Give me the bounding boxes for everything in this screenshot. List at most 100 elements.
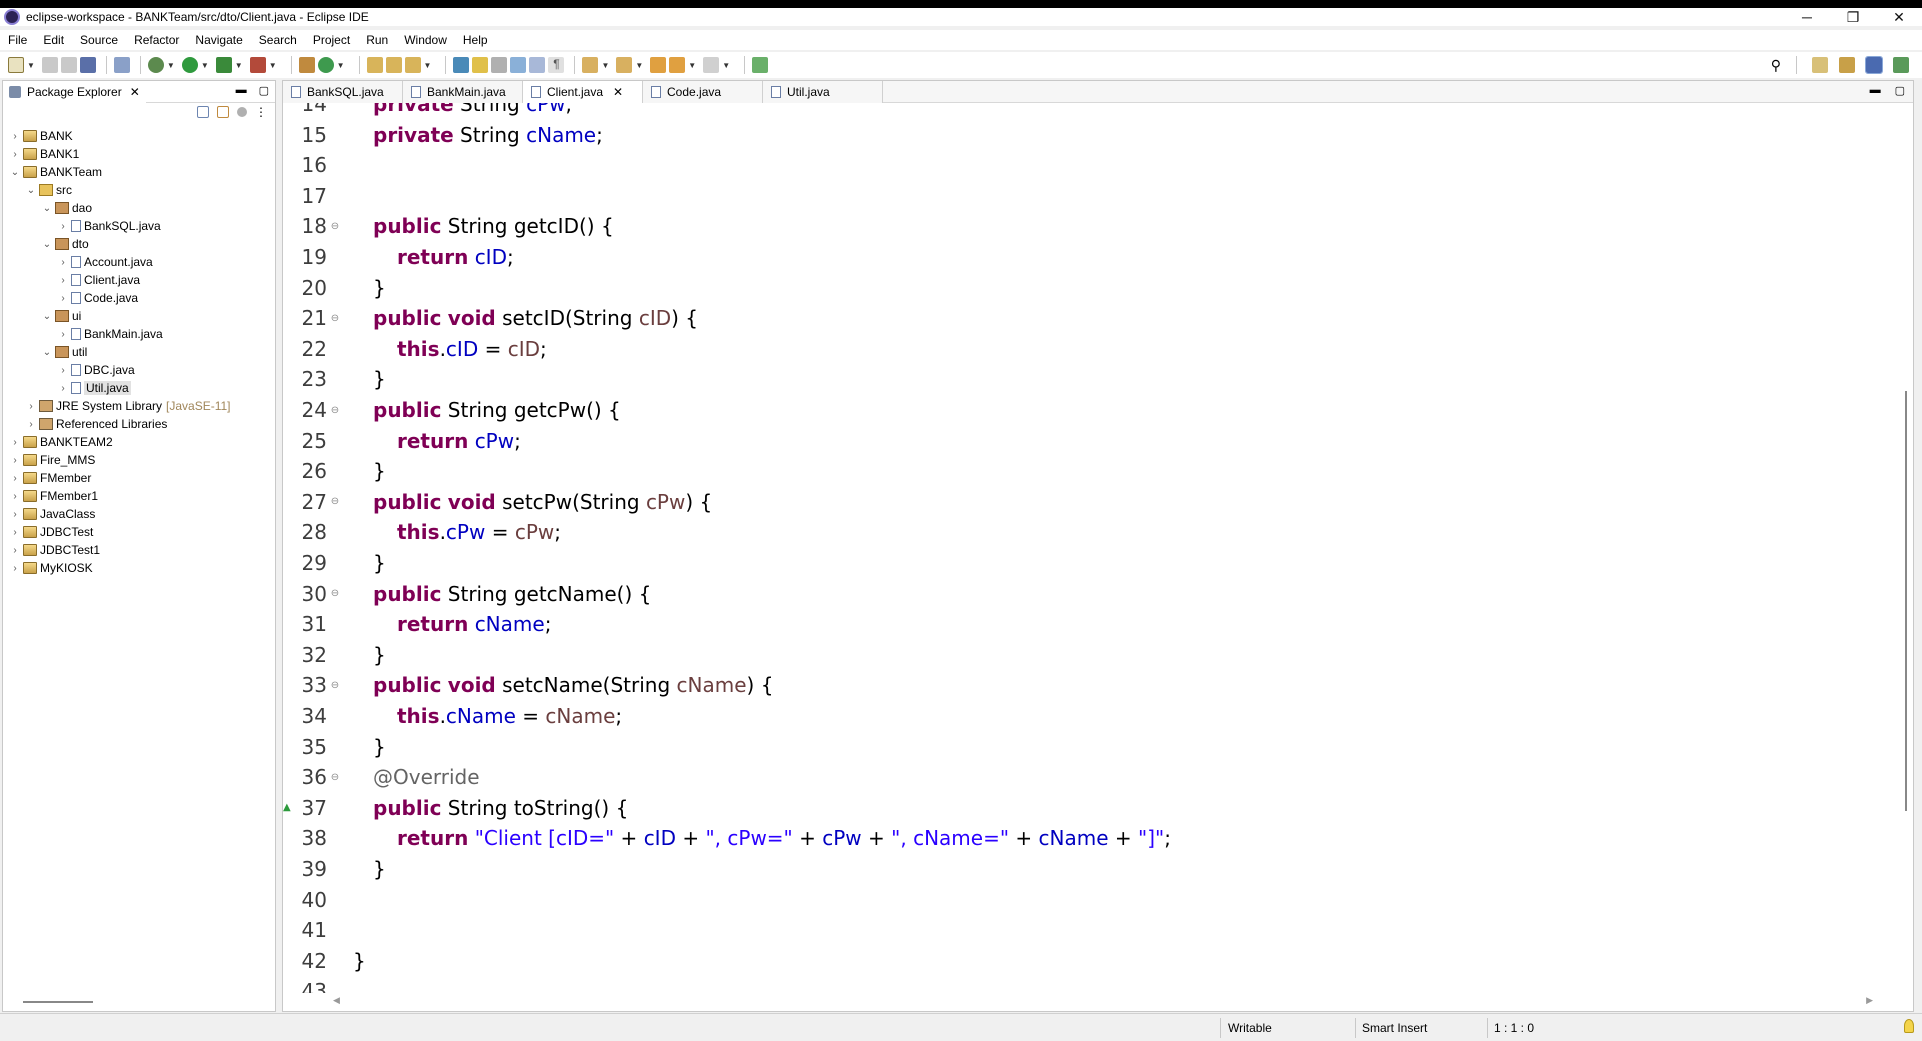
code-area[interactable]: 14 private String cPw; 15 private String cN… [283,103,1883,993]
tree-item[interactable]: ⌄ BANKTeam [3,163,275,181]
menu-help[interactable]: Help [455,33,496,47]
skip-breakpoints-icon[interactable] [113,57,130,73]
close-icon[interactable]: ✕ [130,85,140,99]
chevron-right-icon[interactable]: › [57,365,69,376]
coverage-dropdown-icon[interactable]: ▼ [235,61,243,70]
close-icon[interactable]: ✕ [613,85,623,99]
search-icon[interactable]: ⚲ [1771,57,1781,74]
tree-item[interactable]: › FMember1 [3,487,275,505]
tip-of-the-day-icon[interactable] [1904,1019,1914,1033]
link-with-editor-icon[interactable] [217,106,229,118]
chevron-right-icon[interactable]: › [57,257,69,268]
tree-item[interactable]: › Referenced Libraries [3,415,275,433]
debug-icon[interactable] [147,57,164,73]
restore-button[interactable]: ❐ [1830,8,1876,26]
close-window-button[interactable]: ✕ [1876,8,1922,26]
tree-item[interactable]: ⌄ ui [3,307,275,325]
menu-window[interactable]: Window [396,33,455,47]
show-whitespace-icon[interactable] [529,57,546,73]
chevron-down-icon[interactable]: ⌄ [25,185,37,196]
horizontal-scrollbar[interactable] [23,1001,93,1003]
open-type-icon[interactable] [366,57,383,73]
chevron-right-icon[interactable]: › [9,455,21,466]
chevron-right-icon[interactable]: › [25,419,37,430]
word-wrap-icon[interactable] [491,57,508,73]
tree-item[interactable]: › BANK [3,127,275,145]
forward-dropdown-icon[interactable]: ▼ [722,61,730,70]
tree-item[interactable]: › BANKTEAM2 [3,433,275,451]
vertical-scrollbar[interactable] [1905,391,1907,811]
scroll-left-icon[interactable]: ◀ [333,995,340,1006]
coverage-icon[interactable] [215,57,232,73]
search-dropdown-icon[interactable]: ▼ [424,61,432,70]
run-dropdown-icon[interactable]: ▼ [201,61,209,70]
new-java-package-icon[interactable] [298,57,315,73]
next-annotation-dropdown-icon[interactable]: ▼ [601,61,609,70]
fold-toggle-icon[interactable]: ⊖ [329,405,341,416]
tree-item[interactable]: ⌄ src [3,181,275,199]
chevron-down-icon[interactable]: ⌄ [41,203,53,214]
tree-item[interactable]: › BankSQL.java [3,217,275,235]
tree-item[interactable]: › Client.java [3,271,275,289]
back-icon[interactable] [669,57,686,73]
tree-item[interactable]: › JDBCTest [3,523,275,541]
tree-item[interactable]: › DBC.java [3,361,275,379]
menu-run[interactable]: Run [358,33,396,47]
menu-refactor[interactable]: Refactor [126,33,187,47]
chevron-right-icon[interactable]: › [9,131,21,142]
tree-item[interactable]: › Util.java [3,379,275,397]
open-perspective-icon[interactable] [1812,57,1828,73]
tree-item[interactable]: ⌄ util [3,343,275,361]
new-class-dropdown-icon[interactable]: ▼ [337,61,345,70]
chevron-down-icon[interactable]: ⌄ [41,311,53,322]
tree-item[interactable]: › JavaClass [3,505,275,523]
fold-toggle-icon[interactable]: ⊖ [329,772,341,783]
run-icon[interactable] [181,57,198,73]
tab-package-explorer[interactable]: Package Explorer ✕ [3,80,146,103]
menu-edit[interactable]: Edit [35,33,72,47]
tree-item[interactable]: › BANK1 [3,145,275,163]
java-ee-perspective-icon[interactable] [1839,57,1855,73]
fold-toggle-icon[interactable]: ⊖ [329,680,341,691]
chevron-right-icon[interactable]: › [9,509,21,520]
tab-util[interactable]: Util.java [763,81,883,103]
fold-toggle-icon[interactable]: ⊖ [329,496,341,507]
chevron-right-icon[interactable]: › [9,491,21,502]
chevron-down-icon[interactable]: ⌄ [9,167,21,178]
tree-item[interactable]: › BankMain.java [3,325,275,343]
menu-navigate[interactable]: Navigate [187,33,250,47]
chevron-right-icon[interactable]: › [9,545,21,556]
new-java-class-icon[interactable] [317,57,334,73]
tree-item[interactable]: ⌄ dao [3,199,275,217]
tab-client[interactable]: Client.java ✕ [523,81,643,103]
back-dropdown-icon[interactable]: ▼ [688,61,696,70]
chevron-right-icon[interactable]: › [57,329,69,340]
open-terminal-icon[interactable] [79,57,96,73]
previous-annotation-dropdown-icon[interactable]: ▼ [635,61,643,70]
tab-code[interactable]: Code.java [643,81,763,103]
menu-search[interactable]: Search [251,33,305,47]
new-dropdown-icon[interactable]: ▼ [27,61,35,70]
minimize-editor-icon[interactable]: ▬ [1870,84,1881,97]
tree-item[interactable]: › Fire_MMS [3,451,275,469]
chevron-right-icon[interactable]: › [57,383,69,394]
scroll-right-icon[interactable]: ▶ [1866,995,1873,1006]
tree-item[interactable]: › JDBCTest1 [3,541,275,559]
minimize-button[interactable]: ─ [1784,8,1830,26]
status-insert-mode[interactable]: Smart Insert [1362,1021,1427,1035]
menu-file[interactable]: File [0,33,35,47]
collapse-all-icon[interactable] [197,106,209,118]
pilcrow-icon[interactable]: ¶ [548,57,565,73]
fold-toggle-icon[interactable]: ⊖ [329,313,341,324]
mark-occurrences-icon[interactable] [472,57,489,73]
last-edit-location-icon[interactable] [650,57,667,73]
chevron-right-icon[interactable]: › [25,401,37,412]
forward-icon[interactable] [703,57,720,73]
debug-dropdown-icon[interactable]: ▼ [167,61,175,70]
chevron-right-icon[interactable]: › [9,437,21,448]
next-annotation-icon[interactable] [582,57,599,73]
tree-item[interactable]: › MyKIOSK [3,559,275,577]
java-perspective-icon[interactable] [1865,56,1883,74]
save-icon[interactable] [41,57,58,73]
view-menu-icon[interactable]: ⋮ [255,105,267,119]
